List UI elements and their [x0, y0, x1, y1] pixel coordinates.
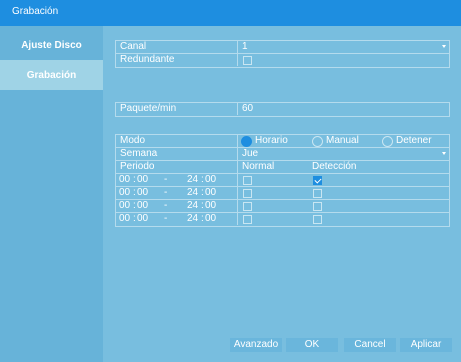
start-minute: 00 — [137, 174, 149, 185]
paquete-input[interactable]: 60 — [238, 103, 449, 115]
end-minute: 00 — [205, 187, 217, 198]
advanced-button[interactable]: Avanzado — [230, 338, 282, 352]
main-panel: Canal 1 Redundante Paquete/min 60 Modo H… — [103, 26, 461, 362]
normal-checkbox[interactable] — [243, 189, 252, 198]
start-minute: 00 — [137, 200, 149, 211]
title-bar: Grabación — [0, 0, 461, 26]
period-time-range[interactable]: 00 : 00 - 24 : 00 — [116, 213, 238, 225]
end-hour: 24 — [187, 213, 199, 224]
radio-manual[interactable] — [312, 136, 323, 147]
time-colon: : — [201, 200, 204, 211]
normal-checkbox[interactable] — [243, 202, 252, 211]
start-hour: 00 — [119, 200, 131, 211]
end-minute: 00 — [205, 200, 217, 211]
period-time-range[interactable]: 00 : 00 - 24 : 00 — [116, 200, 238, 212]
ok-button[interactable]: OK — [286, 338, 338, 352]
channel-table: Canal 1 Redundante — [115, 40, 450, 68]
canal-label: Canal — [116, 41, 238, 53]
semana-label: Semana — [116, 148, 238, 160]
end-hour: 24 — [187, 200, 199, 211]
deteccion-checkbox[interactable] — [313, 176, 322, 185]
time-colon: : — [133, 174, 136, 185]
end-hour: 24 — [187, 187, 199, 198]
semana-select[interactable]: Jue — [238, 148, 449, 160]
time-separator: - — [164, 213, 168, 224]
radio-horario[interactable] — [241, 136, 252, 147]
end-minute: 00 — [205, 213, 217, 224]
sidebar-item-ajuste-disco[interactable]: Ajuste Disco — [0, 30, 103, 60]
sidebar-item-label: Ajuste Disco — [21, 39, 82, 51]
radio-detener-label: Detener — [396, 135, 432, 146]
time-colon: : — [133, 213, 136, 224]
end-hour: 24 — [187, 174, 199, 185]
deteccion-column-header: Detección — [312, 161, 357, 172]
chevron-down-icon — [442, 45, 446, 48]
canal-select[interactable]: 1 — [238, 41, 449, 53]
sidebar-item-label: Grabación — [26, 69, 77, 81]
apply-button[interactable]: Aplicar — [400, 338, 452, 352]
period-row: 00 : 00 - 24 : 00 — [116, 213, 449, 226]
time-colon: : — [201, 174, 204, 185]
period-row: 00 : 00 - 24 : 00 — [116, 200, 449, 213]
chevron-down-icon — [442, 152, 446, 155]
normal-checkbox[interactable] — [243, 215, 252, 224]
canal-value: 1 — [242, 41, 248, 52]
deteccion-checkbox[interactable] — [313, 215, 322, 224]
radio-detener[interactable] — [382, 136, 393, 147]
radio-manual-label: Manual — [326, 135, 359, 146]
time-separator: - — [164, 174, 168, 185]
normal-column-header: Normal — [242, 161, 275, 172]
redundante-label: Redundante — [116, 54, 238, 66]
deteccion-checkbox[interactable] — [313, 202, 322, 211]
time-colon: : — [133, 187, 136, 198]
sidebar: Ajuste Disco Grabación — [0, 26, 103, 362]
time-separator: - — [164, 200, 168, 211]
period-row: 00 : 00 - 24 : 00 — [116, 174, 449, 187]
start-hour: 00 — [119, 174, 131, 185]
period-time-range[interactable]: 00 : 00 - 24 : 00 — [116, 174, 238, 186]
start-hour: 00 — [119, 187, 131, 198]
window-title: Grabación — [12, 6, 59, 17]
semana-value: Jue — [242, 148, 259, 159]
time-colon: : — [201, 213, 204, 224]
radio-horario-label: Horario — [255, 135, 288, 146]
time-colon: : — [133, 200, 136, 211]
start-minute: 00 — [137, 213, 149, 224]
schedule-table: Modo Horario Manual Detener Semana Jue P… — [115, 134, 450, 227]
time-colon: : — [201, 187, 204, 198]
packet-table: Paquete/min 60 — [115, 102, 450, 117]
cancel-button[interactable]: Cancel — [344, 338, 396, 352]
end-minute: 00 — [205, 174, 217, 185]
time-separator: - — [164, 187, 168, 198]
modo-label: Modo — [116, 135, 238, 147]
start-hour: 00 — [119, 213, 131, 224]
paquete-label: Paquete/min — [116, 103, 238, 115]
deteccion-checkbox[interactable] — [313, 189, 322, 198]
period-time-range[interactable]: 00 : 00 - 24 : 00 — [116, 187, 238, 199]
redundante-checkbox[interactable] — [243, 56, 252, 65]
start-minute: 00 — [137, 187, 149, 198]
periodo-label: Periodo — [116, 161, 238, 173]
normal-checkbox[interactable] — [243, 176, 252, 185]
period-row: 00 : 00 - 24 : 00 — [116, 187, 449, 200]
sidebar-item-grabacion[interactable]: Grabación — [0, 60, 103, 90]
